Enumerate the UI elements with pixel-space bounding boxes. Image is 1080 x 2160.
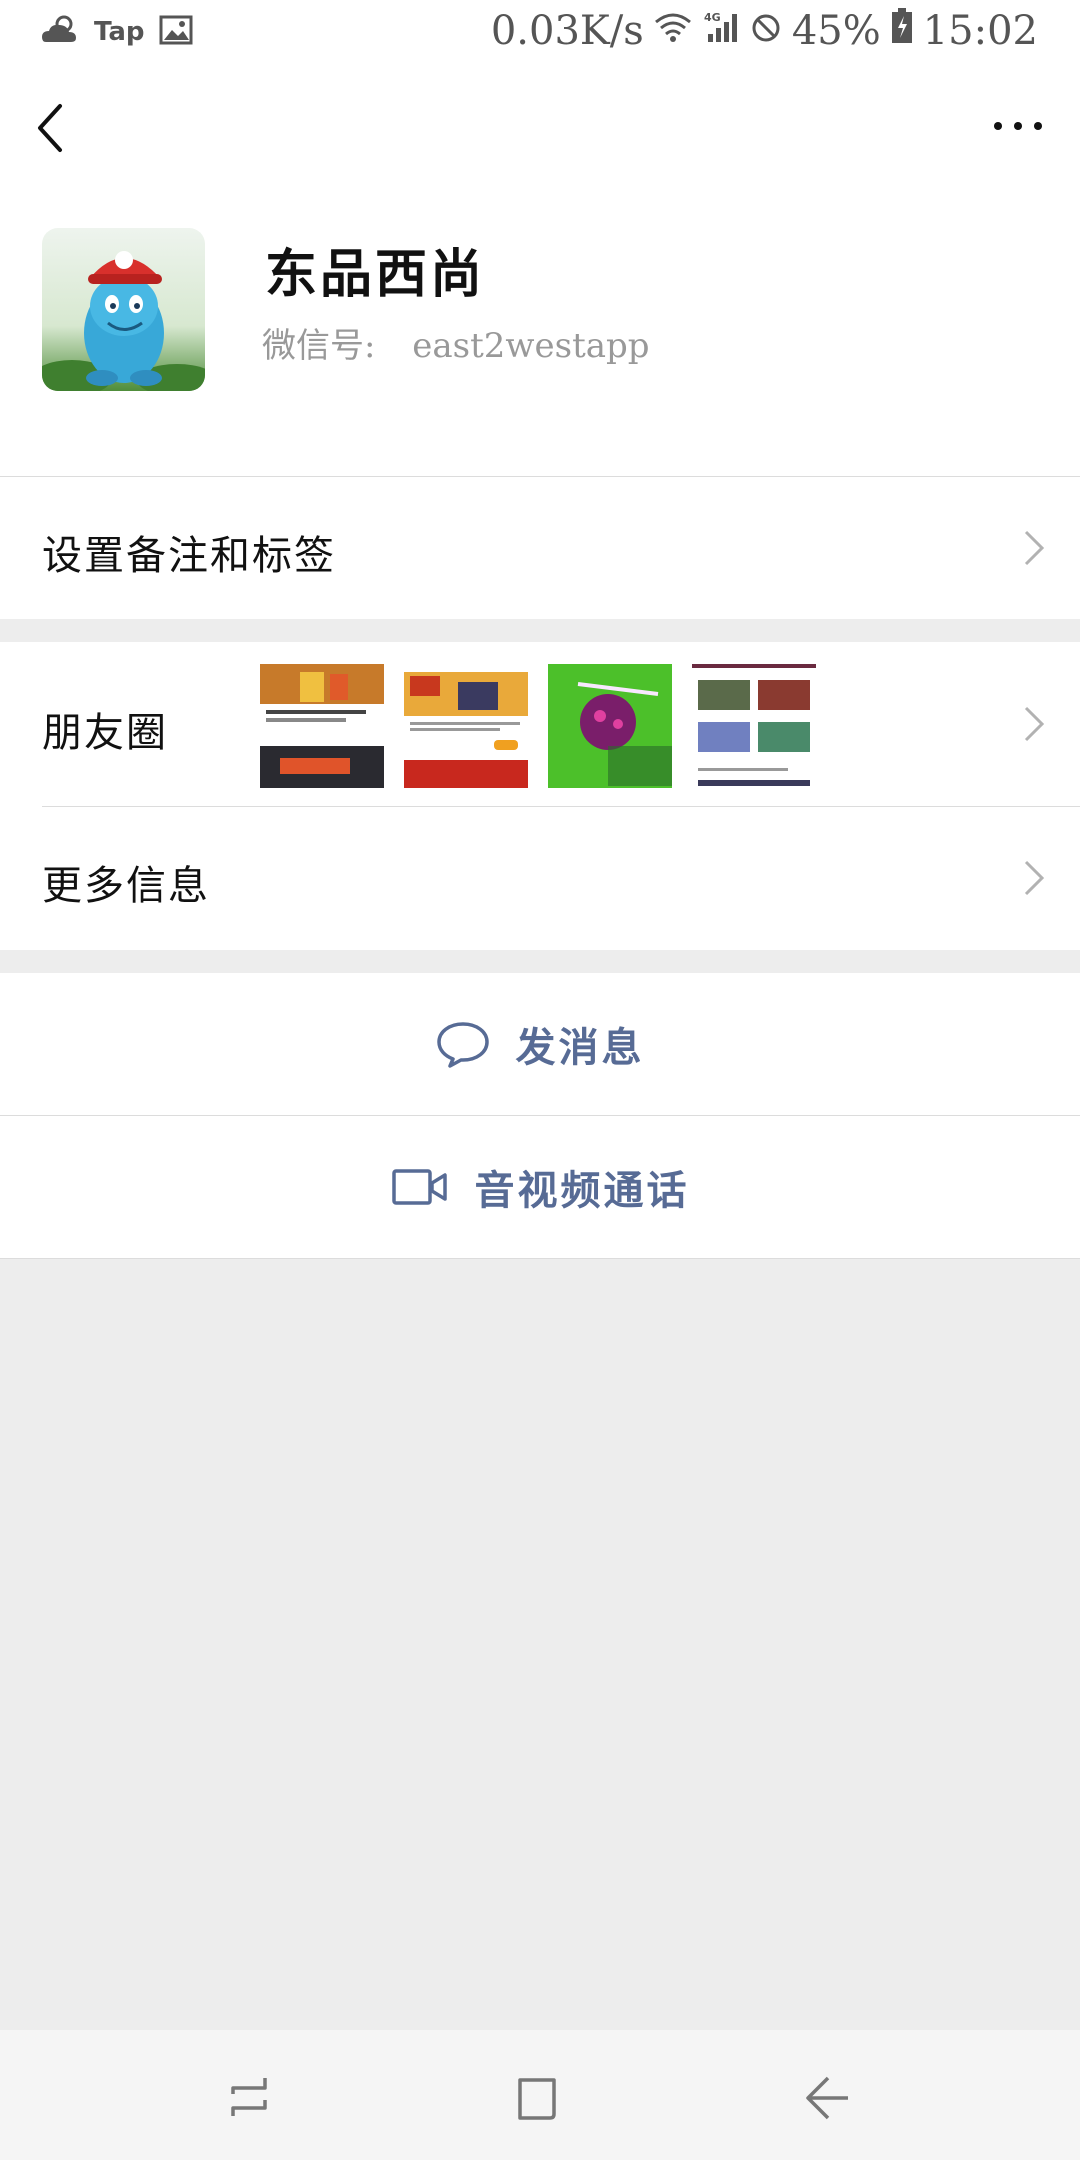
wechat-id-label: 微信号: <box>262 326 376 366</box>
video-call-button[interactable]: 音视频通话 <box>0 1116 1080 1258</box>
do-not-disturb-icon <box>750 8 782 54</box>
divider <box>0 1258 1080 1259</box>
signal-icon: 4G <box>702 8 740 54</box>
avatar[interactable] <box>42 228 205 391</box>
recent-apps-icon <box>231 2078 267 2116</box>
moments-more-section: 朋友圈 更多信息 <box>0 642 1080 950</box>
status-bar: Tap 0.03K/s 4G 45% 15:02 <box>0 0 1080 66</box>
chevron-right-icon <box>1024 860 1045 896</box>
chat-bubble-icon <box>436 1022 489 1068</box>
image-icon <box>159 15 193 49</box>
remarks-tags-label: 设置备注和标签 <box>42 533 336 579</box>
more-button[interactable] <box>988 106 1048 146</box>
wechat-id-row: 微信号: east2westapp <box>262 318 650 367</box>
back-arrow-icon <box>38 104 62 152</box>
remarks-tags-row[interactable]: 设置备注和标签 <box>0 477 1080 619</box>
home-button[interactable] <box>510 2068 570 2128</box>
profile-name: 东品西尚 <box>265 244 486 305</box>
send-message-content: 发消息 <box>0 973 1080 1115</box>
chevron-right-icon <box>1024 530 1045 566</box>
video-call-content: 音视频通话 <box>0 1116 1080 1258</box>
battery-percent: 45% <box>791 8 881 54</box>
video-call-label: 音视频通话 <box>474 1167 690 1214</box>
weather-cloud-icon <box>40 12 80 52</box>
back-nav-button[interactable] <box>798 2068 858 2128</box>
chevron-right-icon <box>1024 706 1045 742</box>
moments-thumbnail[interactable] <box>548 664 672 788</box>
moments-thumbnail[interactable] <box>260 664 384 788</box>
video-camera-icon <box>391 1169 447 1205</box>
wifi-icon <box>654 8 692 54</box>
recent-apps-button[interactable] <box>225 2068 285 2128</box>
system-nav-bar <box>0 2030 1080 2160</box>
profile-header: 东品西尚 微信号: east2westapp <box>0 190 1080 476</box>
back-nav-icon <box>806 2076 848 2120</box>
status-right: 0.03K/s 4G 45% 15:02 <box>491 8 1038 54</box>
battery-icon <box>891 8 913 54</box>
more-dots-icon <box>994 122 1042 130</box>
moments-label: 朋友圈 <box>42 710 168 756</box>
send-message-button[interactable]: 发消息 <box>0 973 1080 1115</box>
moments-thumbnails <box>260 664 816 788</box>
more-info-row[interactable]: 更多信息 <box>0 807 1080 950</box>
tap-app-label: Tap <box>94 17 145 47</box>
moments-thumbnail[interactable] <box>404 664 528 788</box>
back-button[interactable] <box>26 96 86 160</box>
network-speed: 0.03K/s <box>490 8 644 54</box>
moments-thumbnail[interactable] <box>692 664 816 788</box>
home-square-icon <box>518 2078 556 2120</box>
wechat-id-value: east2westapp <box>412 326 650 366</box>
nav-bar <box>0 66 1080 190</box>
send-message-label: 发消息 <box>515 1024 645 1071</box>
status-left: Tap <box>40 12 193 52</box>
more-info-label: 更多信息 <box>42 863 210 909</box>
moments-row[interactable]: 朋友圈 <box>0 642 1080 806</box>
clock: 15:02 <box>922 8 1038 54</box>
svg-text:4G: 4G <box>704 11 721 24</box>
